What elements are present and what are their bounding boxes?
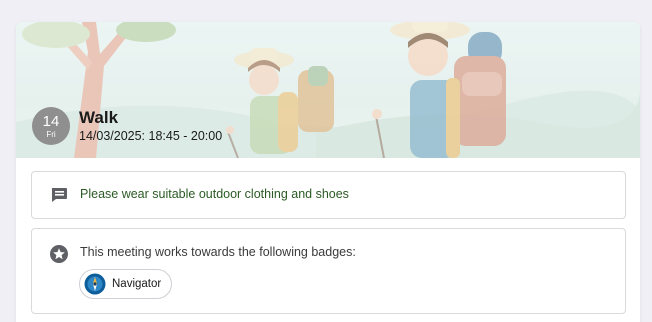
date-weekday: Fri [46, 129, 56, 139]
star-circle-icon [49, 244, 69, 264]
badge-chip-label: Navigator [112, 278, 162, 290]
badges-heading: This meeting works towards the following… [80, 245, 356, 259]
badges-box: This meeting works towards the following… [31, 228, 626, 314]
event-banner: 14 Fri Walk 14/03/2025: 18:45 - 20:00 [16, 22, 640, 158]
note-text: Please wear suitable outdoor clothing an… [80, 187, 349, 201]
comment-icon [49, 185, 69, 205]
event-card: 14 Fri Walk 14/03/2025: 18:45 - 20:00 Pl… [16, 22, 640, 322]
badge-chip-navigator[interactable]: Navigator [79, 269, 173, 299]
event-datetime: 14/03/2025: 18:45 - 20:00 [79, 129, 223, 143]
page: 14 Fri Walk 14/03/2025: 18:45 - 20:00 Pl… [0, 0, 652, 322]
navigator-badge-icon [84, 273, 106, 295]
event-title: Walk [79, 108, 119, 127]
date-day: 14 [42, 112, 60, 130]
date-badge: 14 Fri [32, 107, 70, 145]
note-box: Please wear suitable outdoor clothing an… [31, 171, 626, 219]
